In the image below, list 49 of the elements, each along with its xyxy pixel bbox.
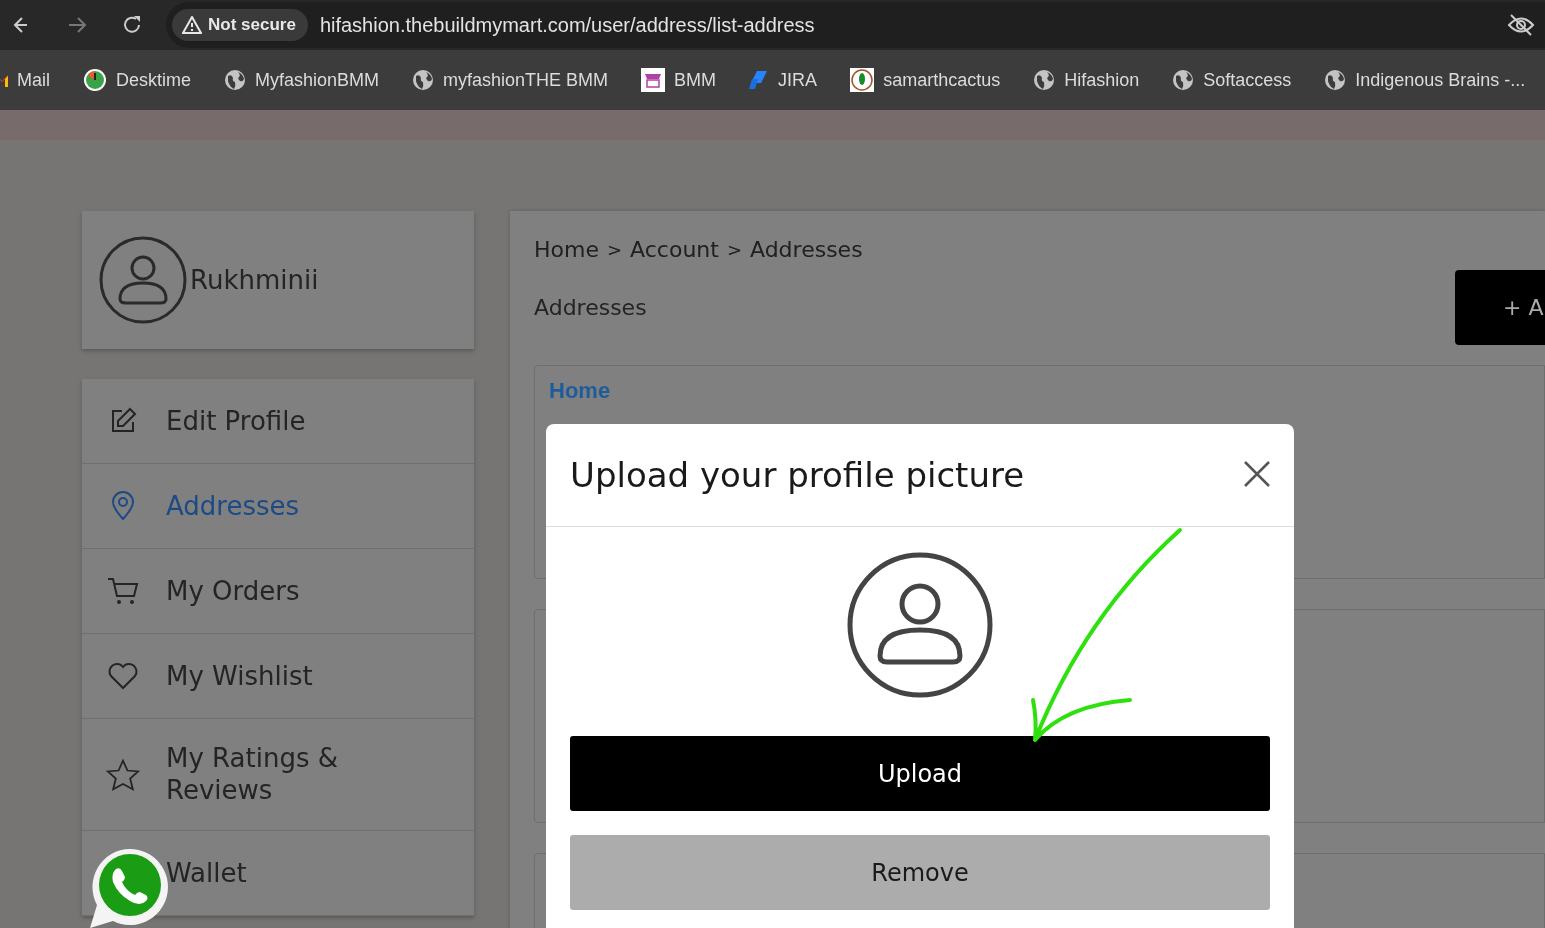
bookmark[interactable]: Softaccess (1172, 69, 1292, 91)
bookmark[interactable]: samarthcactus (850, 68, 1001, 92)
cart-icon (107, 576, 139, 606)
back-icon[interactable] (13, 16, 27, 34)
breadcrumb-separator: > (606, 239, 623, 260)
bookmark[interactable]: myfashionTHE BMM (412, 69, 609, 91)
bookmark[interactable]: Hifashion (1033, 69, 1140, 91)
bookmark[interactable]: Mail (0, 69, 50, 91)
avatar-icon (847, 552, 993, 698)
globe-icon (1172, 69, 1195, 91)
bookmark[interactable]: Indigenous Brains -... (1324, 69, 1526, 91)
security-chip[interactable]: Not secure (172, 9, 308, 41)
avatar-icon (98, 235, 188, 325)
breadcrumb-separator: > (726, 239, 742, 260)
globe-icon (1033, 69, 1056, 91)
upload-button[interactable]: Upload (570, 736, 1270, 811)
page-title: Addresses (534, 295, 647, 320)
globe-icon (412, 69, 435, 91)
forward-icon[interactable] (69, 16, 87, 34)
menu-item[interactable]: My Orders (82, 549, 474, 634)
profile-name: Rukhminii (190, 265, 319, 295)
bookmark[interactable]: Desktime (83, 68, 192, 92)
menu-item[interactable]: Edit Profile (82, 379, 474, 464)
leaf-icon (850, 68, 875, 92)
shop-icon (641, 68, 666, 92)
close-icon (1244, 460, 1270, 487)
bookmark[interactable]: JIRA (749, 69, 818, 91)
menu-item[interactable]: My Wishlist (82, 634, 474, 719)
eye-off-icon[interactable] (1507, 14, 1535, 36)
reload-icon[interactable] (122, 15, 142, 35)
dialog-title: Upload your profile picture (570, 455, 1025, 495)
bookmark[interactable]: BMM (641, 68, 717, 92)
url-text: hifashion.thebuildmymart.com/user/address/list-address (319, 13, 816, 37)
remove-button[interactable]: Remove (570, 835, 1270, 910)
jira-icon (749, 71, 770, 89)
address-bar[interactable]: Not secure hifashion.thebuildmymart.com/user/address/list-address (166, 2, 1545, 48)
globe-icon (224, 69, 247, 91)
breadcrumb-link[interactable]: Addresses (750, 237, 863, 262)
address-label: Home (549, 378, 611, 403)
heart-icon (107, 662, 139, 690)
warning-icon (182, 16, 202, 34)
add-address-button[interactable]: + A (1455, 270, 1545, 345)
breadcrumb-link[interactable]: Home (534, 237, 599, 262)
breadcrumb-link[interactable]: Account (630, 237, 719, 262)
bookmark[interactable]: MyfashionBMM (224, 69, 380, 91)
location-pin-icon (111, 491, 135, 521)
menu-item[interactable]: My Ratings & Reviews (82, 719, 474, 831)
clock-icon (83, 68, 107, 92)
globe-icon (1324, 69, 1347, 91)
